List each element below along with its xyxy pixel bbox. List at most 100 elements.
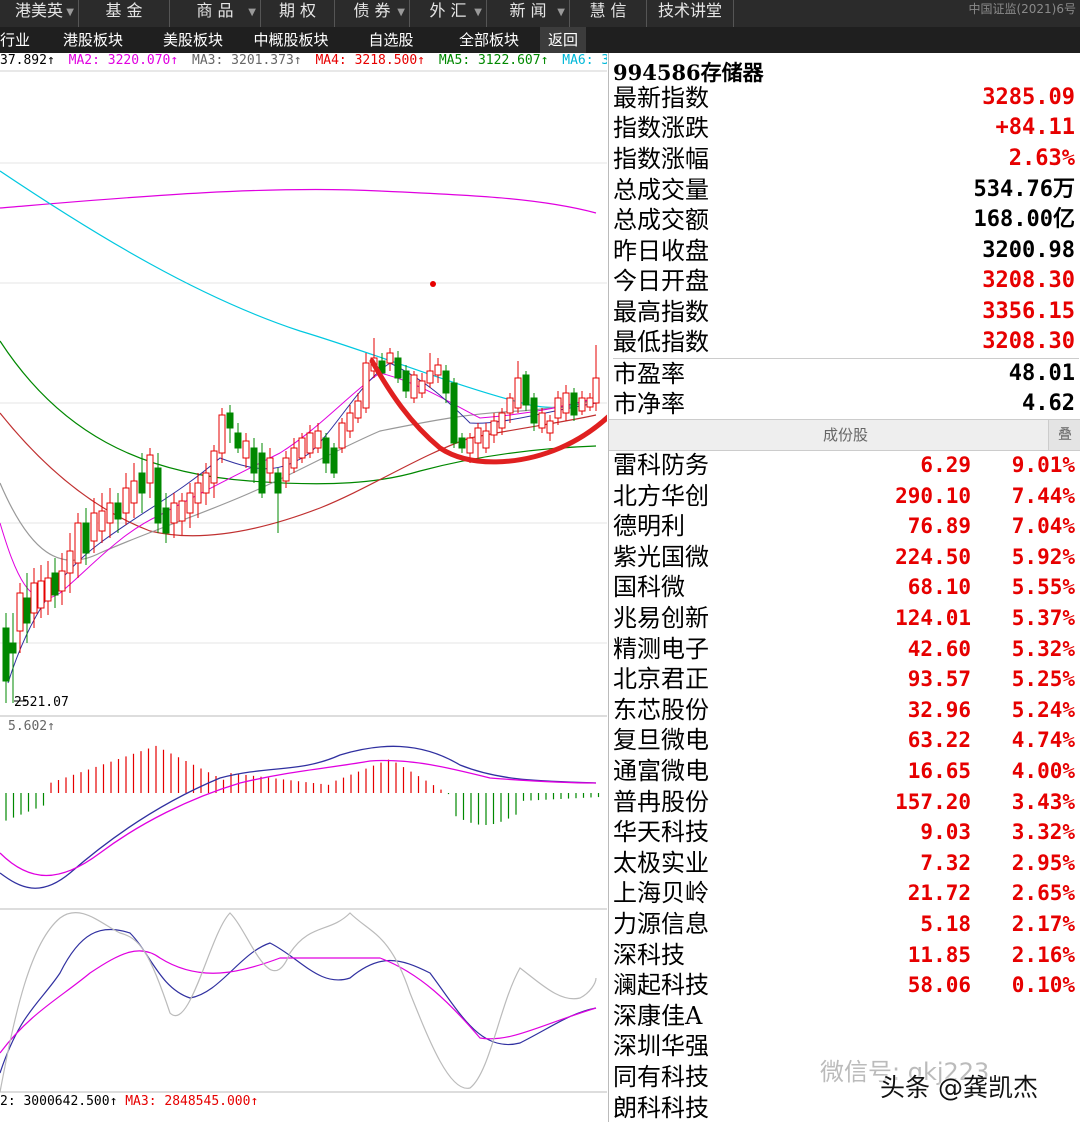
candle-body (23, 597, 31, 624)
menu-tab-bonds[interactable]: 债 券 ▼ (335, 0, 410, 27)
candle-body (530, 397, 538, 424)
constituent-row[interactable]: 兆易创新 124.01 5.37% (613, 603, 1079, 633)
constituent-row[interactable]: 太极实业 7.32 2.95% (613, 848, 1079, 878)
constituent-name: 太极实业 (613, 848, 709, 877)
candle-body (466, 437, 474, 454)
sub-tab-china-concept[interactable]: 中概股板块 (248, 27, 334, 53)
candle-body (66, 550, 74, 574)
menu-tab-news[interactable]: 新 闻 ▼ (487, 0, 570, 27)
kline-chart-panel[interactable]: 37.892↑ MA2: 3220.070↑ MA3: 3201.373↑ MA… (0, 53, 607, 1122)
low-price-label: 2521.07 (14, 695, 69, 710)
stat-row-open: 今日开盘 3208.30 (613, 266, 1079, 296)
menu-tab-forex[interactable]: 外 汇 ▼ (410, 0, 487, 27)
candle-body (506, 397, 514, 414)
macd-histogram (5, 745, 600, 825)
macd-dif-line (0, 745, 597, 889)
constituent-row[interactable]: 紫光国微 224.50 5.92% (613, 542, 1079, 572)
constituent-row[interactable]: 德明利 76.89 7.04% (613, 511, 1079, 541)
candle-body (354, 400, 362, 419)
candle-body (338, 422, 346, 449)
constituent-change-pct: 5.37% (1011, 606, 1075, 630)
dropdown-arrow-icon: ▼ (474, 7, 482, 18)
stat-row-volume: 总成交量 534.76万 (613, 175, 1079, 205)
menu-tab-label: 基 金 (105, 1, 143, 20)
constituent-row[interactable]: 东芯股份 32.96 5.24% (613, 695, 1079, 725)
stat-label: 指数涨跌 (613, 114, 709, 142)
constituent-price: 76.89 (907, 514, 971, 539)
menu-tab-huixin[interactable]: 慧 信 (570, 0, 647, 27)
candle-body (490, 420, 498, 436)
kline-chart (0, 70, 607, 1093)
candle-body (9, 642, 17, 654)
constituent-row[interactable]: 力源信息 5.18 2.17% (613, 909, 1079, 939)
constituent-change-pct: 2.16% (1011, 942, 1075, 967)
constituent-price: 9.03 (920, 820, 971, 845)
constituent-change-pct: 5.25% (1011, 667, 1075, 692)
constituent-row[interactable]: 深康佳A (613, 1001, 1079, 1031)
menu-tab-options[interactable]: 期 权 (261, 0, 335, 27)
back-button[interactable]: 返回 (540, 27, 586, 53)
candle-body (562, 392, 570, 414)
constituent-row[interactable]: 华天科技 9.03 3.32% (613, 817, 1079, 847)
constituent-price: 6.29 (920, 453, 971, 477)
candle-body (442, 370, 450, 394)
candle-body (218, 414, 226, 454)
constituent-name: 澜起科技 (613, 971, 709, 1000)
constituent-row[interactable]: 深科技 11.85 2.16% (613, 940, 1079, 970)
stat-row-prev-close: 昨日收盘 3200.98 (613, 236, 1079, 266)
index-info-panel: 994586存储器 最新指数 3285.09 指数涨跌 +84.11 指数涨幅 2.6… (608, 53, 1080, 1122)
constituent-price: 124.01 (895, 606, 971, 630)
stat-row-change: 指数涨跌 +84.11 (613, 113, 1079, 143)
candle-body (106, 502, 114, 524)
constituent-name: 精测电子 (613, 634, 709, 663)
candle-body (226, 412, 234, 429)
candle-body (82, 522, 90, 554)
sub-tab-us-sectors[interactable]: 美股板块 (150, 27, 236, 53)
sub-tab-all-sectors[interactable]: 全部板块 (446, 27, 532, 53)
signal-dot (430, 281, 436, 287)
constituent-row[interactable]: 复旦微电 63.22 4.74% (613, 725, 1079, 755)
constituent-row[interactable]: 北方华创 290.10 7.44% (613, 481, 1079, 511)
constituent-row[interactable]: 国科微 68.10 5.55% (613, 572, 1079, 602)
menu-tab-tech-class[interactable]: 技术讲堂 (647, 0, 734, 27)
menu-tab-label: 商 品 (196, 1, 234, 20)
candle-body (234, 432, 242, 449)
constituent-change-pct: 7.04% (1011, 514, 1075, 539)
constituent-row[interactable]: 雷科防务 6.29 9.01% (613, 450, 1079, 480)
index-name: 存储器 (700, 60, 764, 85)
sub-tab-hk-sectors[interactable]: 港股板块 (50, 27, 136, 53)
menu-tab-hk-us-uk[interactable]: 港美英 ▼ (0, 0, 79, 27)
constituent-row[interactable]: 澜起科技 58.06 0.10% (613, 970, 1079, 1000)
constituent-price: 32.96 (907, 697, 971, 722)
candle-body (434, 364, 442, 376)
candle-body (37, 580, 45, 609)
candle-body (186, 492, 194, 514)
candle-body (306, 432, 314, 454)
candle-body (290, 447, 298, 469)
menu-tab-commodities[interactable]: 商 品 ▼ (170, 0, 261, 27)
candle-body (258, 452, 266, 494)
candle-body (592, 377, 600, 404)
constituent-row[interactable]: 普冉股份 157.20 3.43% (613, 787, 1079, 817)
stat-label: 总成交量 (613, 176, 709, 204)
candle-body (154, 467, 162, 524)
dropdown-arrow-icon: ▼ (248, 7, 256, 18)
overlay-toggle-button[interactable]: 叠 (1048, 420, 1080, 450)
constituent-row[interactable]: 北京君正 93.57 5.25% (613, 664, 1079, 694)
candle-body (586, 397, 594, 408)
menu-tab-funds[interactable]: 基 金 (79, 0, 170, 27)
sub-tab-watchlist[interactable]: 自选股 (348, 27, 434, 53)
candle-body (458, 437, 466, 449)
constituent-change-pct: 5.24% (1011, 697, 1075, 722)
stat-row-latest: 最新指数 3285.09 (613, 83, 1079, 113)
constituent-row[interactable]: 精测电子 42.60 5.32% (613, 634, 1079, 664)
sub-tab-industry[interactable]: 行业 (0, 27, 30, 53)
constituent-name: 雷科防务 (613, 451, 709, 479)
constituent-row[interactable]: 通富微电 16.65 4.00% (613, 756, 1079, 786)
constituent-name: 上海贝岭 (613, 879, 709, 908)
constituent-change-pct: 2.95% (1011, 850, 1075, 875)
constituent-name: 德明利 (613, 512, 685, 541)
constituent-price: 224.50 (895, 544, 971, 569)
constituent-change-pct: 5.32% (1011, 636, 1075, 661)
constituent-row[interactable]: 上海贝岭 21.72 2.65% (613, 878, 1079, 908)
